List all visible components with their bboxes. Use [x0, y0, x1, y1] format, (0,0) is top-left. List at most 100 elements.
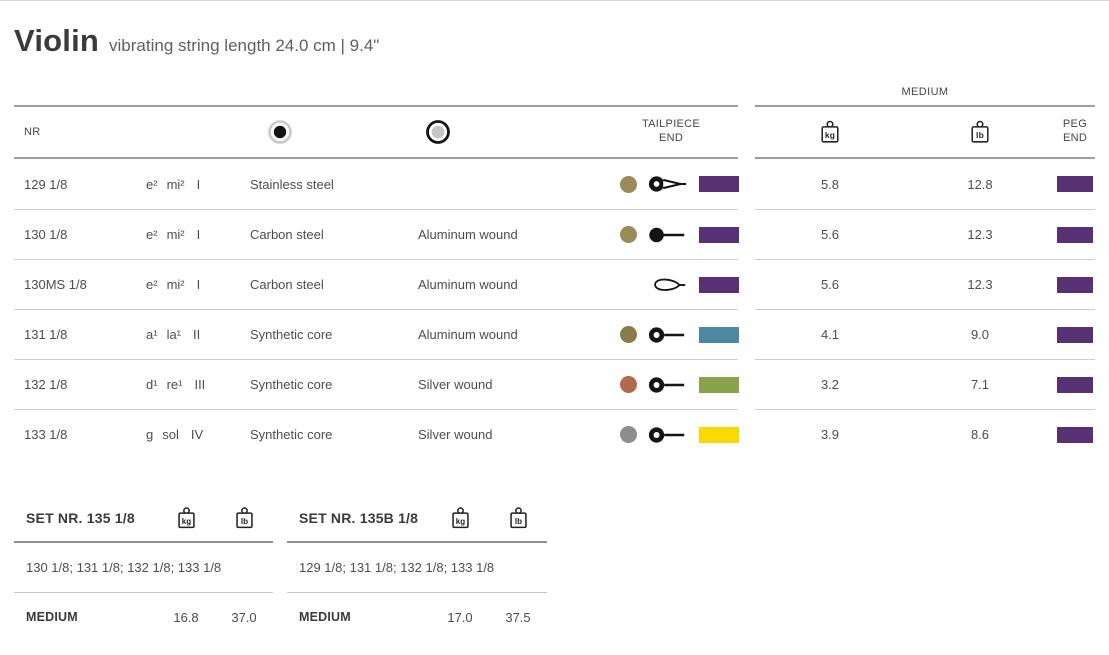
tailpiece-color-swatch [699, 376, 739, 393]
tension-row: 5.6 12.3 [755, 209, 1095, 259]
string-note-cell: e² mi² I [146, 177, 250, 192]
string-end-icon [647, 174, 689, 194]
core-circle-icon [268, 120, 292, 144]
tension-row: 4.1 9.0 [755, 309, 1095, 359]
lb-icon-label: lb [240, 516, 247, 525]
string-number: I [196, 277, 201, 292]
page-subtitle: vibrating string length 24.0 cm | 9.4" [109, 36, 380, 55]
winding-material: Silver wound [418, 427, 493, 442]
set-contents: 130 1/8; 131 1/8; 132 1/8; 133 1/8 [14, 543, 273, 593]
material-color-dot [620, 326, 637, 343]
set-table-135b: SET NR. 135B 1/8 kg lb 129 1/8; 131 1/8;… [287, 495, 547, 641]
string-end-icon [647, 375, 689, 395]
tension-lb: 12.3 [967, 227, 993, 242]
string-number: IV [190, 427, 204, 442]
core-material: Carbon steel [250, 277, 324, 292]
tension-kg: 5.8 [820, 176, 840, 192]
lb-icon-label: lb [514, 516, 521, 525]
table-row: 130 1/8 e² mi² I Carbon steel Aluminum wou… [14, 209, 739, 259]
kg-weight-icon: kg [821, 120, 839, 143]
kg-weight-icon: kg [451, 506, 469, 528]
set-kg-column-header: kg [431, 506, 489, 531]
string-end-icon [647, 425, 689, 445]
tension-lb: 9.0 [970, 327, 990, 342]
tension-row: 3.9 8.6 [755, 409, 1095, 459]
string-nr: 130 1/8 [24, 227, 68, 242]
note-name: g [146, 427, 154, 442]
winding-material: Aluminum wound [418, 327, 518, 342]
tailpiece-end-cell [604, 325, 739, 345]
string-number: III [194, 377, 206, 392]
note-name: e² [146, 227, 158, 242]
peg-end-cell [1055, 226, 1095, 243]
kg-icon-label: kg [455, 516, 464, 525]
kg-icon-label: kg [181, 516, 190, 525]
set-table-135: SET NR. 135 1/8 kg lb 130 1/8; 131 1/8; … [14, 495, 273, 641]
string-note-cell: e² mi² I [146, 277, 250, 292]
lb-column-header: lb [905, 119, 1055, 146]
lb-weight-icon: lb [971, 120, 989, 143]
note-solfege: mi² [166, 227, 185, 242]
tailpiece-color-swatch [699, 426, 739, 443]
tension-row: 5.6 12.3 [755, 259, 1095, 309]
string-note-cell: d¹ re¹ III [146, 377, 250, 392]
tension-table: kg lb PEG END 5.8 12.8 5.6 12.3 5.6 12.3… [755, 105, 1095, 459]
string-end-icon [647, 225, 689, 245]
string-end-icon [647, 325, 689, 345]
lb-weight-icon: lb [235, 506, 253, 528]
ring-end-icon [648, 426, 685, 443]
winding-column-icon [425, 119, 604, 145]
winding-circle-icon [426, 120, 450, 144]
set-gauge-row: MEDIUM 17.0 37.5 [287, 593, 547, 641]
peg-color-swatch [1057, 326, 1093, 343]
tailpiece-end-cell [604, 425, 739, 445]
peg-color-swatch [1057, 276, 1093, 293]
material-color-dot [620, 376, 637, 393]
string-note-cell: e² mi² I [146, 227, 250, 242]
string-table-body: 129 1/8 e² mi² I Stainless steel 130 1/8… [14, 159, 739, 459]
tension-kg: 5.6 [820, 227, 840, 242]
tension-lb: 7.1 [970, 377, 990, 392]
tension-lb: 8.6 [970, 427, 990, 442]
set-gauge-label: MEDIUM [299, 610, 351, 624]
peg-end-cell [1055, 426, 1095, 443]
set-tension-kg: 17.0 [447, 609, 473, 625]
string-nr: 129 1/8 [24, 176, 68, 192]
set-gauge-label: MEDIUM [26, 610, 78, 624]
set-title: SET NR. 135B 1/8 [299, 510, 419, 526]
set-lb-column-header: lb [215, 506, 273, 531]
tension-kg: 5.6 [820, 277, 840, 292]
material-color-dot [620, 175, 637, 193]
nr-column-header: NR [24, 126, 41, 138]
tailpiece-color-swatch [699, 226, 739, 243]
set-tension-lb: 37.0 [231, 609, 257, 625]
lb-weight-icon: lb [509, 506, 527, 528]
set-gauge-row: MEDIUM 16.8 37.0 [14, 593, 273, 641]
string-note-cell: g sol IV [146, 427, 250, 442]
ring-end-icon [648, 376, 685, 393]
string-spec-table: NR TAILPIECE END 129 1/8 e² mi² I Stainl… [14, 105, 739, 459]
lb-icon-label: lb [976, 130, 984, 140]
tension-row: 5.8 12.8 [755, 159, 1095, 209]
tailpiece-color-swatch [699, 176, 739, 192]
string-note-cell: a¹ la¹ II [146, 327, 250, 342]
ring-end-icon [648, 326, 685, 343]
material-color-dot [620, 426, 637, 443]
peg-end-cell [1055, 326, 1095, 343]
string-table-header: NR TAILPIECE END [14, 107, 738, 159]
set-title: SET NR. 135 1/8 [26, 510, 135, 526]
tension-kg: 4.1 [820, 327, 840, 342]
tension-table-header: kg lb PEG END [755, 107, 1095, 159]
winding-material: Aluminum wound [418, 227, 518, 242]
tension-lb: 12.8 [967, 176, 993, 192]
ball-loop-end-icon [648, 176, 687, 192]
string-number: I [196, 227, 201, 242]
tension-lb: 12.3 [967, 277, 993, 292]
tailpiece-end-cell [604, 225, 739, 245]
peg-color-swatch [1057, 226, 1093, 243]
string-nr: 132 1/8 [24, 377, 68, 392]
table-row: 131 1/8 a¹ la¹ II Synthetic core Aluminum … [14, 309, 739, 359]
set-header: SET NR. 135 1/8 kg lb [14, 495, 273, 543]
tension-table-body: 5.8 12.8 5.6 12.3 5.6 12.3 4.1 9.0 3.2 7… [755, 159, 1095, 459]
peg-color-swatch [1057, 176, 1093, 192]
